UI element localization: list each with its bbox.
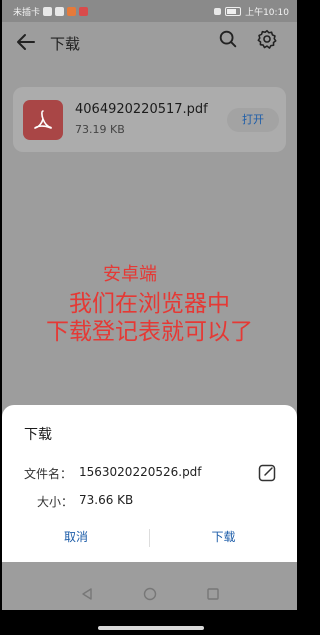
pdf-icon (23, 100, 63, 140)
search-icon[interactable] (217, 28, 239, 50)
app-notification-icon (67, 7, 77, 16)
status-bar: 未插卡 上午10:10 (2, 0, 297, 22)
overlay-caption-small: 安卓端 (103, 264, 157, 285)
app-bar: 下载 (2, 22, 297, 64)
size-label: 大小： (37, 495, 74, 509)
page-title: 下载 (50, 35, 81, 53)
status-left: 未插卡 (13, 5, 89, 18)
overlay-caption-line-1: 我们在浏览器中 (69, 291, 230, 317)
downloaded-file-name: 4064920220517.pdf (75, 102, 208, 117)
download-dialog: 下载 文件名： 1563020220526.pdf 大小： 73.66 KB 取… (2, 405, 297, 562)
status-time: 上午10:10 (245, 8, 289, 18)
cancel-button[interactable]: 取消 (2, 523, 150, 551)
system-nav-bar (2, 562, 297, 610)
file-name-value: 1563020220526.pdf (79, 465, 202, 479)
notification-icon (55, 7, 65, 16)
home-indicator[interactable] (98, 626, 204, 630)
dialog-title: 下载 (24, 427, 52, 443)
status-right: 上午10:10 (214, 5, 289, 18)
download-button[interactable]: 下载 (150, 523, 297, 551)
gear-icon[interactable] (256, 28, 278, 50)
edit-icon[interactable] (257, 463, 277, 483)
file-name-label: 文件名： (24, 467, 73, 481)
wifi-icon (43, 7, 53, 16)
back-arrow-icon[interactable] (14, 30, 38, 54)
battery-icon (225, 7, 242, 16)
nav-back-icon[interactable] (80, 587, 94, 601)
nav-recents-icon[interactable] (206, 587, 220, 601)
size-value: 73.66 KB (79, 493, 134, 507)
downloaded-file-size: 73.19 KB (75, 123, 125, 136)
sim-status-text: 未插卡 (13, 8, 41, 18)
mute-icon (214, 8, 222, 15)
downloaded-file-card[interactable]: 4064920220517.pdf 73.19 KB 打开 (13, 87, 286, 152)
bottom-bar (2, 610, 297, 635)
open-button[interactable]: 打开 (227, 108, 279, 132)
phone-screen: 未插卡 上午10:10 下载 4064920220517.pdf 73.19 K… (2, 0, 297, 635)
nav-home-icon[interactable] (143, 587, 157, 601)
overlay-caption-line-2: 下载登记表就可以了 (46, 319, 253, 345)
app-notification-icon-2 (79, 7, 89, 16)
